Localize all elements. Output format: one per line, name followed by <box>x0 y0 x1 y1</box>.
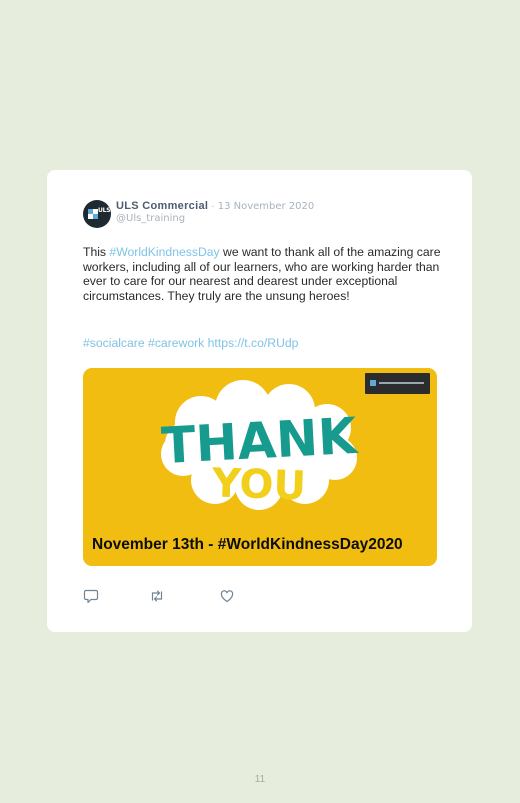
you-text: YOU <box>210 460 307 509</box>
reply-icon[interactable] <box>83 588 99 604</box>
tweet-date[interactable]: 13 November 2020 <box>218 201 315 212</box>
tweet-text: This #WorldKindnessDay we want to thank … <box>83 245 443 303</box>
tweet-text-intro: This <box>83 245 110 259</box>
tweet-card: ULS ULS Commercial · 13 November 2020 @U… <box>47 170 472 632</box>
display-name[interactable]: ULS Commercial <box>116 200 208 212</box>
tweet-link[interactable]: https://t.co/RUdp <box>208 336 299 350</box>
avatar[interactable]: ULS <box>83 200 111 228</box>
separator: · <box>211 201 215 212</box>
author-row: ULS Commercial · 13 November 2020 <box>116 200 314 212</box>
tweet-media-image[interactable]: THANK YOU November 13th - #WorldKindness… <box>83 368 437 566</box>
retweet-icon[interactable] <box>149 588 165 604</box>
hashtag-carework[interactable]: #carework <box>148 336 204 350</box>
avatar-logo-square <box>93 214 98 219</box>
hashtag-line: #socialcare #carework https://t.co/RUdp <box>83 336 298 350</box>
page-number: 11 <box>254 774 266 785</box>
tweet-actions <box>83 588 253 604</box>
hashtag-socialcare[interactable]: #socialcare <box>83 336 145 350</box>
thank-you-illustration: THANK YOU <box>160 380 360 510</box>
like-icon[interactable] <box>219 588 235 604</box>
user-handle[interactable]: @Uls_training <box>116 213 185 224</box>
avatar-logo-text: ULS <box>98 207 111 214</box>
media-caption: November 13th - #WorldKindnessDay2020 <box>92 536 403 553</box>
hashtag-worldkindnessday[interactable]: #WorldKindnessDay <box>109 245 219 259</box>
